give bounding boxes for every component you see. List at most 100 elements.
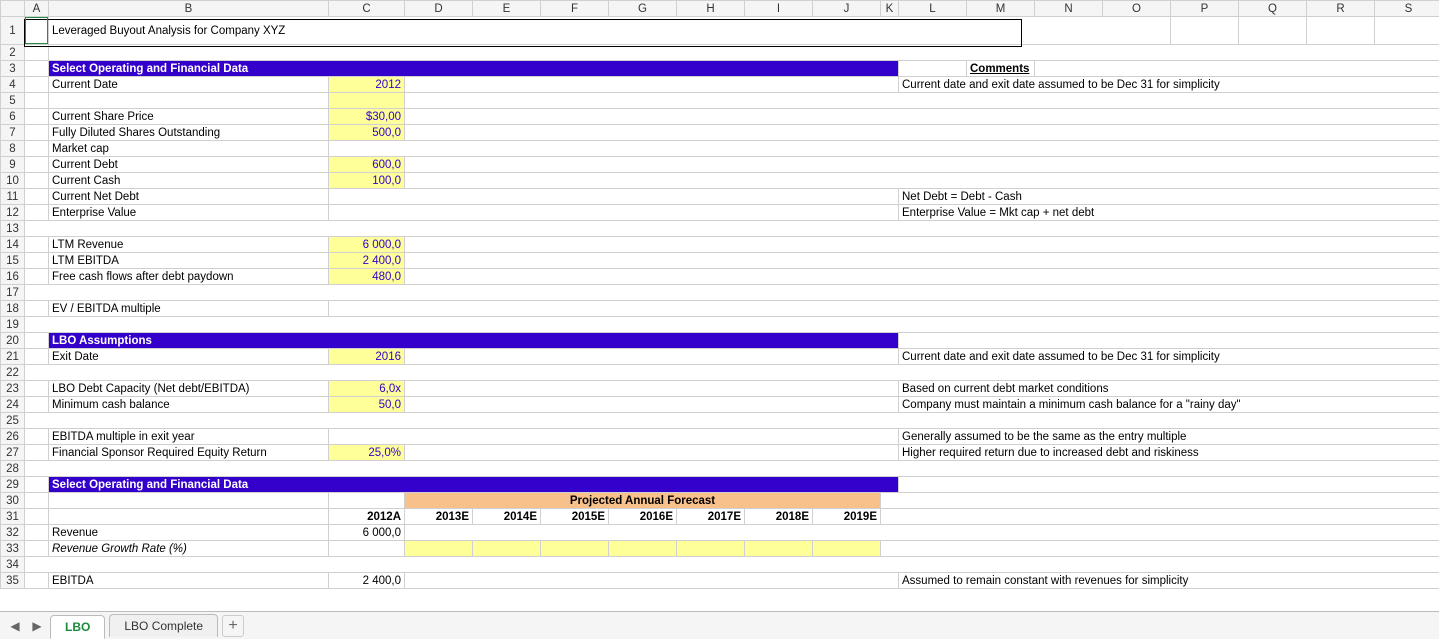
select-all-corner[interactable] <box>1 1 25 17</box>
row-header-14[interactable]: 14 <box>1 237 25 253</box>
label-exit-date[interactable]: Exit Date <box>49 349 329 365</box>
row-header-8[interactable]: 8 <box>1 141 25 157</box>
row-header-34[interactable]: 34 <box>1 557 25 573</box>
row-header-10[interactable]: 10 <box>1 173 25 189</box>
row-header-30[interactable]: 30 <box>1 493 25 509</box>
col-header-J[interactable]: J <box>813 1 881 17</box>
year-2013E[interactable]: 2013E <box>405 509 473 525</box>
section-header-1[interactable]: Select Operating and Financial Data <box>49 61 899 77</box>
row-header-16[interactable]: 16 <box>1 269 25 285</box>
label-current-cash[interactable]: Current Cash <box>49 173 329 189</box>
row-header-2[interactable]: 2 <box>1 45 25 61</box>
year-2017E[interactable]: 2017E <box>677 509 745 525</box>
row-header-5[interactable]: 5 <box>1 93 25 109</box>
col-header-D[interactable]: D <box>405 1 473 17</box>
col-header-G[interactable]: G <box>609 1 677 17</box>
row-header-6[interactable]: 6 <box>1 109 25 125</box>
cell-A1[interactable] <box>25 17 49 45</box>
row-header-35[interactable]: 35 <box>1 573 25 589</box>
comment-r35[interactable]: Assumed to remain constant with revenues… <box>899 573 1439 589</box>
value-sponsor-return[interactable]: 25,0% <box>329 445 405 461</box>
row-header-18[interactable]: 18 <box>1 301 25 317</box>
col-header-I[interactable]: I <box>745 1 813 17</box>
year-2018E[interactable]: 2018E <box>745 509 813 525</box>
row-header-28[interactable]: 28 <box>1 461 25 477</box>
add-sheet-button[interactable]: + <box>222 615 244 637</box>
value-ebitda-2012[interactable]: 2 400,0 <box>329 573 405 589</box>
value-current-cash[interactable]: 100,0 <box>329 173 405 189</box>
row-header-12[interactable]: 12 <box>1 205 25 221</box>
row-header-25[interactable]: 25 <box>1 413 25 429</box>
label-fcf[interactable]: Free cash flows after debt paydown <box>49 269 329 285</box>
value-ltm-ebitda[interactable]: 2 400,0 <box>329 253 405 269</box>
label-sponsor-return[interactable]: Financial Sponsor Required Equity Return <box>49 445 329 461</box>
value-current-date[interactable]: 2012 <box>329 77 405 93</box>
year-2014E[interactable]: 2014E <box>473 509 541 525</box>
value-share-price[interactable]: $30,00 <box>329 109 405 125</box>
value-fcf[interactable]: 480,0 <box>329 269 405 285</box>
comment-r27[interactable]: Higher required return due to increased … <box>899 445 1439 461</box>
year-2012A[interactable]: 2012A <box>329 509 405 525</box>
row-header-26[interactable]: 26 <box>1 429 25 445</box>
comment-r4[interactable]: Current date and exit date assumed to be… <box>899 77 1439 93</box>
row-header-9[interactable]: 9 <box>1 157 25 173</box>
row-header-11[interactable]: 11 <box>1 189 25 205</box>
tab-nav-next[interactable]: ▶ <box>28 617 46 635</box>
comment-r26[interactable]: Generally assumed to be the same as the … <box>899 429 1439 445</box>
label-exit-mult[interactable]: EBITDA multiple in exit year <box>49 429 329 445</box>
col-header-K[interactable]: K <box>881 1 899 17</box>
year-2019E[interactable]: 2019E <box>813 509 881 525</box>
value-exit-date[interactable]: 2016 <box>329 349 405 365</box>
forecast-header[interactable]: Projected Annual Forecast <box>405 493 881 509</box>
label-ebitda[interactable]: EBITDA <box>49 573 329 589</box>
col-header-C[interactable]: C <box>329 1 405 17</box>
row-header-21[interactable]: 21 <box>1 349 25 365</box>
value-ltm-revenue[interactable]: 6 000,0 <box>329 237 405 253</box>
row-header-13[interactable]: 13 <box>1 221 25 237</box>
comment-r23[interactable]: Based on current debt market conditions <box>899 381 1439 397</box>
value-shares[interactable]: 500,0 <box>329 125 405 141</box>
label-debt-cap[interactable]: LBO Debt Capacity (Net debt/EBITDA) <box>49 381 329 397</box>
col-header-S[interactable]: S <box>1375 1 1439 17</box>
row-header-19[interactable]: 19 <box>1 317 25 333</box>
row-header-23[interactable]: 23 <box>1 381 25 397</box>
row-header-22[interactable]: 22 <box>1 365 25 381</box>
label-current-debt[interactable]: Current Debt <box>49 157 329 173</box>
section-header-2[interactable]: LBO Assumptions <box>49 333 899 349</box>
year-2016E[interactable]: 2016E <box>609 509 677 525</box>
tab-nav-prev[interactable]: ◀ <box>6 617 24 635</box>
row-header-24[interactable]: 24 <box>1 397 25 413</box>
col-header-Q[interactable]: Q <box>1239 1 1307 17</box>
label-share-price[interactable]: Current Share Price <box>49 109 329 125</box>
col-header-H[interactable]: H <box>677 1 745 17</box>
label-ev[interactable]: Enterprise Value <box>49 205 329 221</box>
comment-r12[interactable]: Enterprise Value = Mkt cap + net debt <box>899 205 1439 221</box>
col-header-M[interactable]: M <box>967 1 1035 17</box>
spreadsheet-grid[interactable]: A B C D E F G H I J K L M N O P Q R S T … <box>0 0 1439 611</box>
value-revenue-2012[interactable]: 6 000,0 <box>329 525 405 541</box>
col-header-R[interactable]: R <box>1307 1 1375 17</box>
sheet-tab-lbo-complete[interactable]: LBO Complete <box>109 614 218 637</box>
value-min-cash[interactable]: 50,0 <box>329 397 405 413</box>
label-ltm-revenue[interactable]: LTM Revenue <box>49 237 329 253</box>
label-min-cash[interactable]: Minimum cash balance <box>49 397 329 413</box>
value-debt-cap[interactable]: 6,0x <box>329 381 405 397</box>
label-current-date[interactable]: Current Date <box>49 77 329 93</box>
row-header-20[interactable]: 20 <box>1 333 25 349</box>
label-rev-growth[interactable]: Revenue Growth Rate (%) <box>49 541 329 557</box>
label-market-cap[interactable]: Market cap <box>49 141 329 157</box>
row-header-17[interactable]: 17 <box>1 285 25 301</box>
title-cell[interactable]: Leveraged Buyout Analysis for Company XY… <box>49 17 1171 45</box>
value-current-debt[interactable]: 600,0 <box>329 157 405 173</box>
comment-r21[interactable]: Current date and exit date assumed to be… <box>899 349 1439 365</box>
row-header-7[interactable]: 7 <box>1 125 25 141</box>
row-header-1[interactable]: 1 <box>1 17 25 45</box>
row-header-4[interactable]: 4 <box>1 77 25 93</box>
col-header-L[interactable]: L <box>899 1 967 17</box>
row-header-3[interactable]: 3 <box>1 61 25 77</box>
sheet-tab-lbo[interactable]: LBO <box>50 615 105 639</box>
comment-r11[interactable]: Net Debt = Debt - Cash <box>899 189 1439 205</box>
section-header-3[interactable]: Select Operating and Financial Data <box>49 477 899 493</box>
col-header-F[interactable]: F <box>541 1 609 17</box>
col-header-N[interactable]: N <box>1035 1 1103 17</box>
